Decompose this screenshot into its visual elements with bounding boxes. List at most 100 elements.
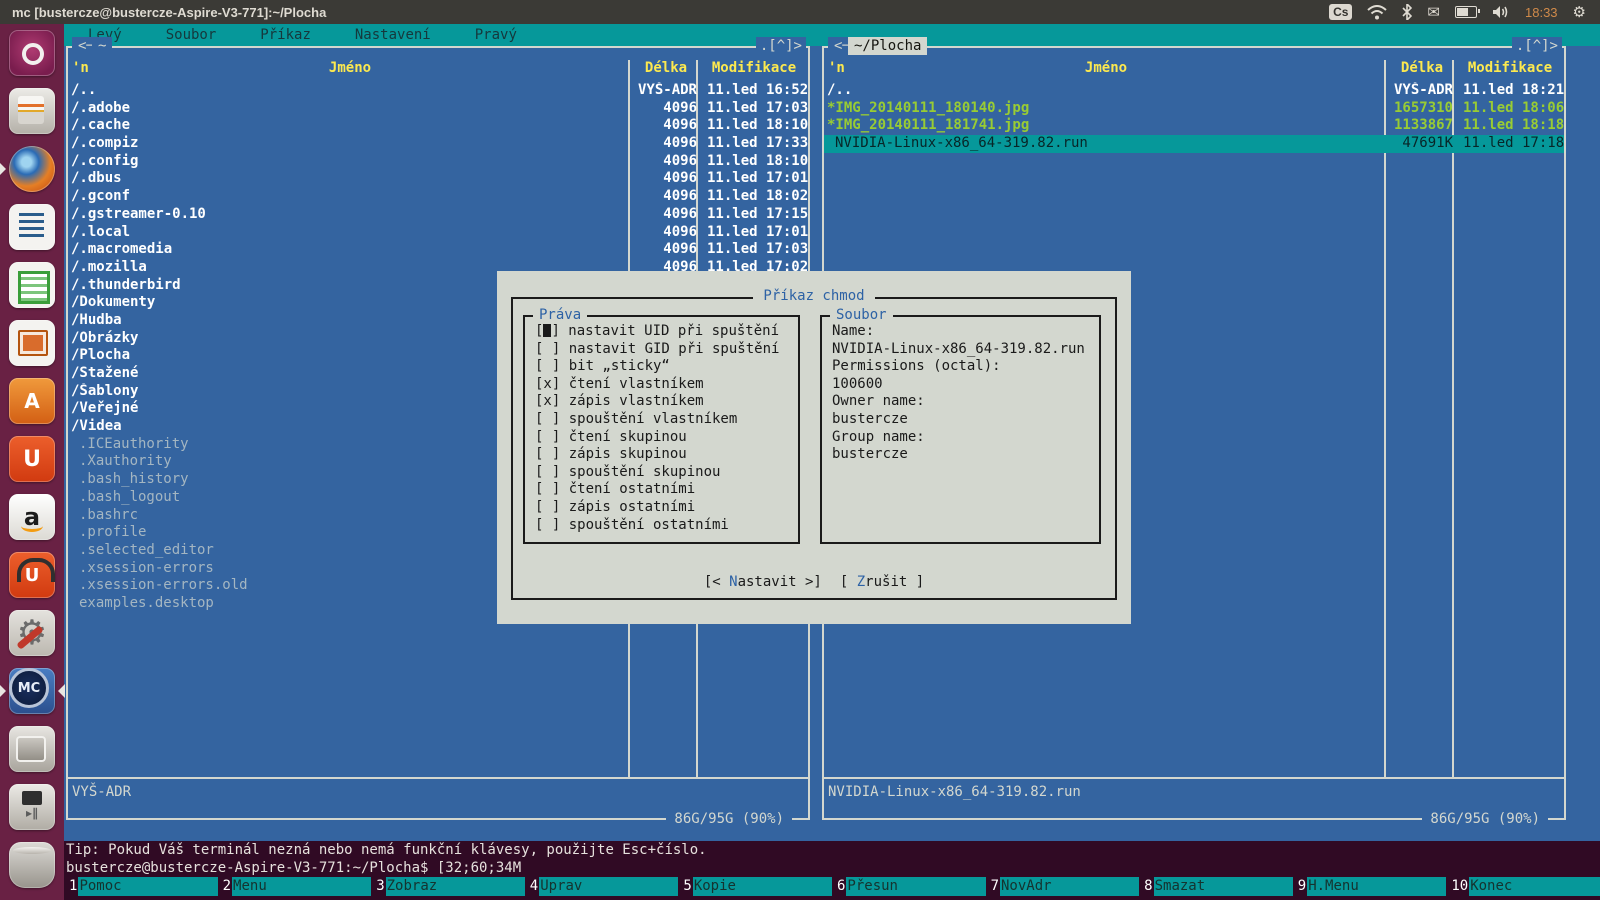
permission-checkbox[interactable]: [ ] spouštění vlastníkem [535, 411, 790, 429]
file-info-line: Group name: [832, 429, 1091, 447]
wifi-icon[interactable] [1367, 5, 1387, 20]
menu-item-pravy[interactable]: Pravý [475, 24, 517, 46]
permission-checkbox[interactable]: [ ] čtení skupinou [535, 429, 790, 447]
cancel-button[interactable]: [ Zrušit ] [840, 574, 924, 590]
clock[interactable]: 18:33 [1525, 5, 1558, 20]
fkey-7[interactable]: 7NovAdr [986, 877, 1140, 896]
session-gear-icon[interactable]: ⚙ [1573, 5, 1586, 20]
launcher-icon-amazon[interactable]: a [9, 494, 55, 540]
launcher-icon-ubuntu-dash[interactable] [9, 30, 55, 76]
panel-corner-buttons[interactable]: .[^]> [756, 37, 806, 55]
fkey-2[interactable]: 2Menu [218, 877, 372, 896]
right-panel-path-tab[interactable]: ~/Plocha [848, 37, 927, 55]
command-line[interactable]: bustercze@bustercze-Aspire-V3-771:~/Ploc… [64, 859, 1600, 877]
fkey-1[interactable]: 1Pomoc [64, 877, 218, 896]
file-name: /.gstreamer-0.10 [68, 206, 632, 224]
battery-icon[interactable] [1455, 6, 1477, 18]
column-header-size[interactable]: Délka [1388, 60, 1456, 80]
panel-corner-buttons[interactable]: .[^]> [1512, 37, 1562, 55]
menu-item-nastaveni[interactable]: Nastavení [355, 24, 431, 46]
focused-indicator-arrow [51, 684, 65, 698]
file-row[interactable]: /.config409611.led 18:10 [68, 153, 808, 171]
file-row[interactable]: /.local409611.led 17:01 [68, 224, 808, 242]
launcher-icon-ubuntu-one-music[interactable]: U [9, 552, 55, 598]
file-row[interactable]: /..VYŠ-ADR11.led 18:21 [824, 82, 1564, 100]
sort-indicator[interactable]: 'n [72, 60, 89, 76]
permission-checkbox[interactable]: [ ] spouštění skupinou [535, 464, 790, 482]
launcher-icon-software-center[interactable]: A [9, 378, 55, 424]
bluetooth-icon[interactable] [1402, 4, 1412, 20]
file-row[interactable]: /.adobe409611.led 17:03 [68, 100, 808, 118]
volume-icon[interactable] [1492, 5, 1510, 19]
fkey-5[interactable]: 5Kopie [678, 877, 832, 896]
launcher-icon-libreoffice-calc[interactable] [9, 262, 55, 308]
left-free-space: 86G/95G (90%) [666, 809, 792, 829]
fkey-label: Menu [232, 877, 371, 896]
fkey-4[interactable]: 4Uprav [525, 877, 679, 896]
file-row[interactable]: NVIDIA-Linux-x86_64-319.82.run47691K11.l… [824, 135, 1564, 153]
chmod-dialog: Příkaz chmod Práva [] nastavit UID při s… [497, 271, 1131, 624]
permission-checkbox[interactable]: [ ] čtení ostatními [535, 481, 790, 499]
menu-item-soubor[interactable]: Soubor [166, 24, 217, 46]
left-panel-path-tab[interactable]: ~ [92, 37, 112, 55]
file-info-line: NVIDIA-Linux-x86_64-319.82.run [832, 341, 1091, 359]
file-row[interactable]: /.cache409611.led 18:10 [68, 117, 808, 135]
permission-checkbox[interactable]: [ ] zápis ostatními [535, 499, 790, 517]
fkey-3[interactable]: 3Zobraz [371, 877, 525, 896]
fkey-8[interactable]: 8Smazat [1139, 877, 1293, 896]
set-button[interactable]: [< Nastavit >] [704, 574, 822, 590]
permission-checkbox[interactable]: [] nastavit UID při spuštění [535, 323, 790, 341]
fkey-9[interactable]: 9H.Menu [1293, 877, 1447, 896]
file-name: /.config [68, 153, 632, 171]
unity-launcher: AUaU⚙MC▸∥ [0, 24, 64, 900]
permission-checkbox[interactable]: [ ] spouštění ostatními [535, 517, 790, 535]
file-mtime: 11.led 17:18 [1456, 135, 1564, 153]
column-header-size[interactable]: Délka [632, 60, 700, 80]
permission-checkbox[interactable]: [ ] nastavit GID při spuštění [535, 341, 790, 359]
file-mtime: 11.led 17:15 [700, 206, 808, 224]
sort-indicator[interactable]: 'n [828, 60, 845, 76]
launcher-icon-hard-disk[interactable] [9, 726, 55, 772]
file-row[interactable]: /.gconf409611.led 18:02 [68, 188, 808, 206]
launcher-icon-firefox[interactable] [9, 146, 55, 192]
file-row[interactable]: /.compiz409611.led 17:33 [68, 135, 808, 153]
system-tray: Cs ✉ 18:33 ⚙ [1329, 4, 1600, 20]
media-player-glyph: ▸∥ [9, 796, 55, 830]
permission-checkbox[interactable]: [ ] bit „sticky“ [535, 358, 790, 376]
permission-checkbox[interactable]: [ ] zápis skupinou [535, 446, 790, 464]
launcher-icon-libreoffice-writer[interactable] [9, 204, 55, 250]
file-mtime: 11.led 17:03 [700, 100, 808, 118]
keyboard-layout-indicator[interactable]: Cs [1329, 4, 1352, 20]
file-row[interactable]: /.dbus409611.led 17:01 [68, 170, 808, 188]
file-row[interactable]: *IMG_20140111_181741.jpg113386711.led 18… [824, 117, 1564, 135]
right-panel-file-list: /..VYŠ-ADR11.led 18:21*IMG_20140111_1801… [824, 82, 1564, 153]
top-system-bar: mc [bustercze@bustercze-Aspire-V3-771]:~… [0, 0, 1600, 24]
launcher-icon-file-manager[interactable] [9, 88, 55, 134]
permission-checkbox[interactable]: [x] čtení vlastníkem [535, 376, 790, 394]
column-header-date[interactable]: Modifikace [1456, 60, 1564, 80]
launcher-icon-libreoffice-impress[interactable] [9, 320, 55, 366]
file-row[interactable]: /.macromedia409611.led 17:03 [68, 241, 808, 259]
file-size: VYŠ-ADR [1388, 82, 1456, 100]
column-separator [1452, 60, 1454, 777]
fkey-10[interactable]: 10Konec [1446, 877, 1600, 896]
file-row[interactable]: /.gstreamer-0.10409611.led 17:15 [68, 206, 808, 224]
launcher-icon-ubuntu-one[interactable]: U [9, 436, 55, 482]
file-mtime: 11.led 17:01 [700, 224, 808, 242]
fkey-6[interactable]: 6Přesun [832, 877, 986, 896]
mail-icon[interactable]: ✉ [1427, 5, 1440, 20]
file-name: /.compiz [68, 135, 632, 153]
launcher-icon-trash[interactable] [9, 842, 55, 888]
launcher-icon-system-settings[interactable]: ⚙ [9, 610, 55, 656]
file-mtime: 11.led 17:33 [700, 135, 808, 153]
column-header-name[interactable]: Jméno [1085, 60, 1127, 76]
permissions-group: Práva [] nastavit UID při spuštění[ ] na… [523, 315, 800, 544]
file-row[interactable]: /..VYŠ-ADR11.led 16:52 [68, 82, 808, 100]
launcher-icon-midnight-commander[interactable]: MC [9, 668, 55, 714]
file-row[interactable]: *IMG_20140111_180140.jpg165731011.led 18… [824, 100, 1564, 118]
permission-checkbox[interactable]: [x] zápis vlastníkem [535, 393, 790, 411]
launcher-icon-media-player[interactable]: ▸∥ [9, 784, 55, 830]
column-header-name[interactable]: Jméno [329, 60, 371, 76]
column-header-date[interactable]: Modifikace [700, 60, 808, 80]
menu-item-prikaz[interactable]: Příkaz [260, 24, 311, 46]
